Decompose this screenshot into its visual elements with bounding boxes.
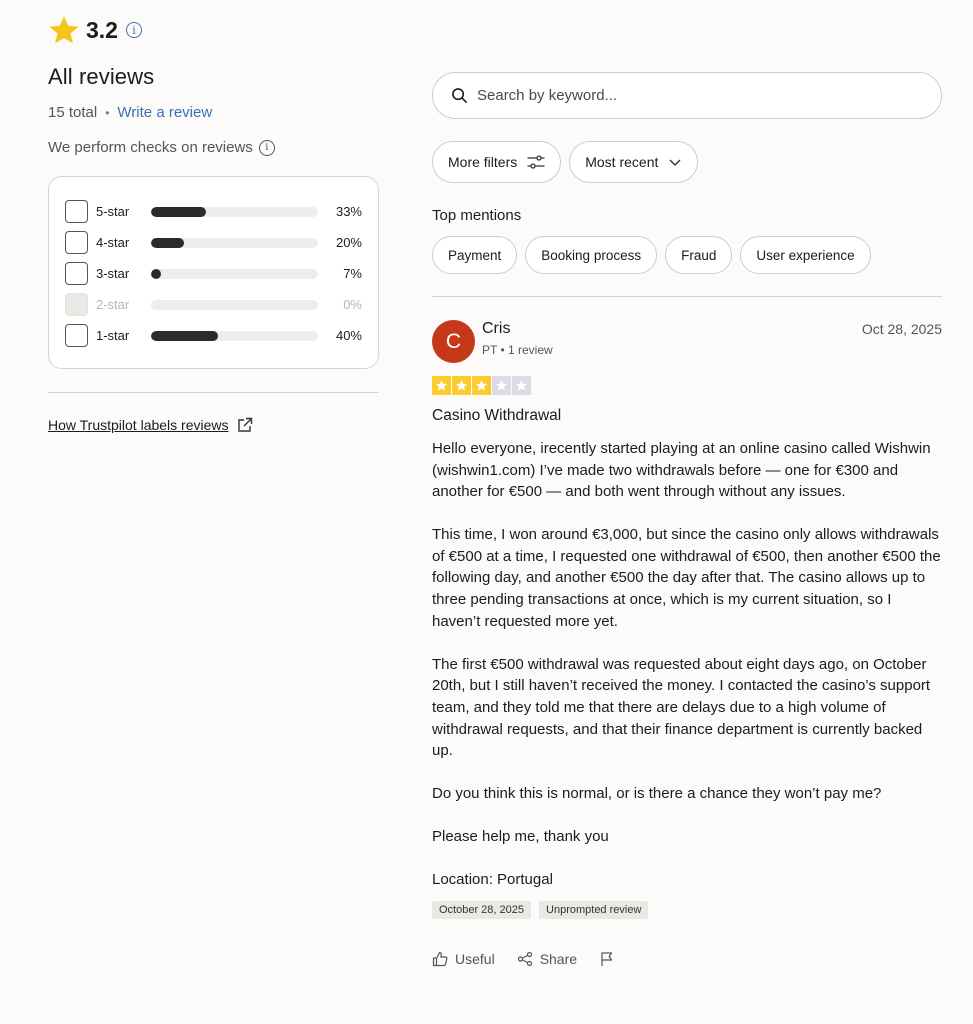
- review-body: Hello everyone, irecently started playin…: [432, 438, 942, 891]
- rating-filter-row[interactable]: 1-star 40%: [65, 320, 362, 351]
- rating-filter-row[interactable]: 3-star 7%: [65, 258, 362, 289]
- more-filters-button[interactable]: More filters: [432, 141, 562, 183]
- separator-dot: •: [105, 105, 110, 120]
- rating-percent: 33%: [335, 204, 362, 219]
- rating-filter-row[interactable]: 5-star 33%: [65, 196, 362, 227]
- reviews-summary: All reviews 15 total • Write a review We…: [48, 64, 379, 433]
- labels-link-text: How Trustpilot labels reviews: [48, 417, 229, 433]
- unprompted-review-tag: Unprompted review: [539, 901, 649, 919]
- review-paragraph: Hello everyone, irecently started playin…: [432, 440, 931, 501]
- mention-chip-fraud[interactable]: Fraud: [665, 236, 733, 274]
- rating-bar-track: [150, 299, 319, 310]
- rating-filter-row: 2-star 0%: [65, 289, 362, 320]
- rating-checkbox[interactable]: [65, 262, 88, 285]
- share-icon: [517, 951, 532, 967]
- mention-chip-booking-process[interactable]: Booking process: [525, 236, 658, 274]
- rating-label: 2-star: [96, 297, 130, 312]
- rating-percent: 20%: [335, 235, 362, 250]
- rating-label: 4-star: [96, 235, 130, 250]
- sliders-icon: [527, 155, 545, 169]
- review-tags: October 28, 2025 Unprompted review: [432, 901, 942, 919]
- top-mentions-list: Payment Booking process Fraud User exper…: [432, 236, 942, 274]
- info-icon[interactable]: i: [125, 22, 142, 38]
- divider: [432, 296, 942, 297]
- checks-text: We perform checks on reviews: [48, 139, 253, 156]
- rating-checkbox[interactable]: [65, 231, 88, 254]
- review-actions: Useful Share: [432, 951, 942, 967]
- rating-percent: 40%: [335, 328, 362, 343]
- sort-label: Most recent: [585, 154, 659, 170]
- share-button[interactable]: Share: [517, 951, 577, 967]
- labels-info-link[interactable]: How Trustpilot labels reviews: [48, 417, 379, 433]
- overall-rating: 3.2 i: [48, 14, 142, 46]
- rating-percent: 7%: [343, 266, 362, 281]
- useful-label: Useful: [455, 951, 495, 967]
- rating-bar-fill: [150, 206, 207, 217]
- rating-label: 5-star: [96, 204, 130, 219]
- review-paragraph: Do you think this is normal, or is there…: [432, 785, 882, 803]
- star-distribution: 5-star 33% 4-star 20% 3-star 7% 2-star 0% 1-star…: [48, 176, 379, 369]
- avatar[interactable]: C: [432, 320, 475, 363]
- search-icon: [452, 88, 467, 103]
- rating-bar-track: [150, 206, 319, 217]
- review-checks-note[interactable]: We perform checks on reviews i: [48, 139, 379, 156]
- experience-date-tag: October 28, 2025: [432, 901, 532, 919]
- total-count: 15 total: [48, 104, 98, 121]
- external-link-icon: [237, 417, 252, 432]
- star-filled-icon: [472, 376, 491, 395]
- thumbs-up-icon: [432, 951, 448, 967]
- review-paragraph: Please help me, thank you: [432, 828, 609, 846]
- star-icon: [49, 16, 79, 44]
- rating-label: 3-star: [96, 266, 130, 281]
- reviewer-name[interactable]: Cris: [482, 320, 553, 338]
- useful-button[interactable]: Useful: [432, 951, 495, 967]
- rating-percent: 0%: [343, 297, 362, 312]
- reviews-list-panel: More filters Most recent Top mentions Pa…: [432, 72, 942, 967]
- mention-chip-payment[interactable]: Payment: [432, 236, 518, 274]
- rating-checkbox[interactable]: [65, 324, 88, 347]
- page-title: All reviews: [48, 64, 155, 89]
- more-filters-label: More filters: [448, 154, 518, 170]
- rating-bar-fill: [150, 237, 185, 248]
- share-label: Share: [539, 951, 578, 967]
- review-title[interactable]: Casino Withdrawal: [432, 407, 942, 425]
- info-icon: i: [258, 139, 275, 156]
- total-line: 15 total • Write a review: [48, 104, 379, 121]
- rating-bar-track: [150, 330, 319, 341]
- reviewer-info: Cris PT • 1 review: [482, 320, 553, 357]
- star-empty-icon: [512, 376, 531, 395]
- rating-label: 1-star: [96, 328, 130, 343]
- rating-filter-row[interactable]: 4-star 20%: [65, 227, 362, 258]
- rating-checkbox: [65, 293, 88, 316]
- rating-bar-track: [150, 237, 319, 248]
- review-location: Location: Portugal: [432, 871, 553, 889]
- review-paragraph: The first €500 withdrawal was requested …: [432, 655, 931, 760]
- divider: [48, 392, 379, 393]
- filter-row: More filters Most recent: [432, 141, 942, 183]
- review-date: Oct 28, 2025: [861, 321, 942, 337]
- report-button[interactable]: [599, 951, 615, 967]
- rating-bar-track: [150, 268, 319, 279]
- star-filled-icon: [452, 376, 471, 395]
- search-box[interactable]: [432, 72, 942, 119]
- rating-bar-fill: [150, 330, 218, 341]
- rating-value: 3.2: [86, 16, 118, 43]
- rating-checkbox[interactable]: [65, 200, 88, 223]
- flag-icon: [601, 952, 613, 966]
- review-paragraph: This time, I won around €3,000, but sinc…: [432, 526, 941, 630]
- review-header: C Cris PT • 1 review Oct 28, 2025: [432, 320, 942, 363]
- mention-chip-user-experience[interactable]: User experience: [740, 236, 871, 274]
- star-empty-icon: [492, 376, 511, 395]
- chevron-down-icon: [669, 159, 681, 166]
- rating-bar-fill: [150, 268, 161, 279]
- write-review-link[interactable]: Write a review: [117, 104, 212, 121]
- review-card: C Cris PT • 1 review Oct 28, 2025 Casino…: [432, 320, 942, 967]
- search-input[interactable]: [477, 87, 907, 104]
- top-mentions-heading: Top mentions: [432, 207, 522, 224]
- star-filled-icon: [432, 376, 451, 395]
- sort-dropdown[interactable]: Most recent: [569, 141, 699, 183]
- review-star-rating: [432, 376, 942, 395]
- reviewer-meta: PT • 1 review: [482, 343, 553, 357]
